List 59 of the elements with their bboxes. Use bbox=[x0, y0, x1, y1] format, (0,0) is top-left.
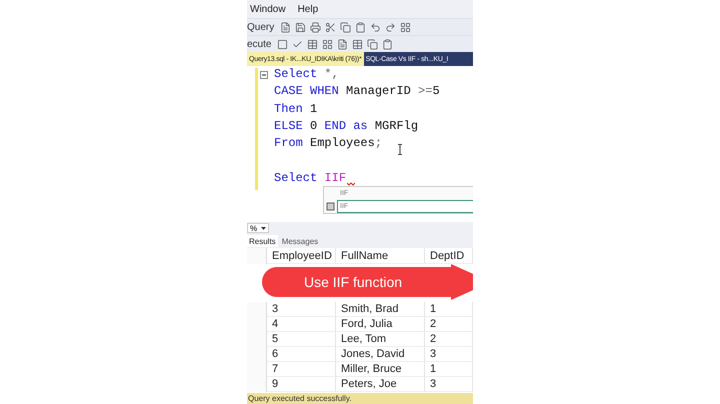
text-cursor-icon bbox=[397, 144, 403, 155]
copy-icon[interactable] bbox=[367, 38, 378, 50]
caret-icon bbox=[261, 226, 266, 230]
scissors-icon[interactable] bbox=[325, 22, 336, 32]
printer-icon[interactable] bbox=[310, 22, 322, 32]
table-cell: 1 bbox=[425, 362, 473, 377]
code-line: CASE WHEN ManagerID >=5 bbox=[274, 83, 440, 100]
redo-icon[interactable] bbox=[385, 22, 396, 32]
code-line: Select IIF bbox=[274, 170, 346, 187]
table-cell: 3 bbox=[267, 302, 336, 317]
save-icon[interactable] bbox=[295, 22, 306, 32]
code-line: ELSE 0 END as MGRFlg bbox=[274, 118, 418, 135]
results-tab[interactable]: Results bbox=[247, 235, 278, 247]
table-cell: 1 bbox=[425, 302, 473, 317]
toolbar-label[interactable]: ecute bbox=[247, 38, 272, 50]
zoom-dropdown[interactable]: % bbox=[247, 223, 269, 233]
status-message: Query executed successfully. bbox=[247, 393, 473, 404]
table-cell: 5 bbox=[267, 332, 336, 347]
code-line: Select *, bbox=[274, 66, 339, 83]
table-cell: Peters, Joe bbox=[336, 377, 425, 392]
row-header-cell[interactable] bbox=[247, 377, 267, 392]
results-tab[interactable]: Messages bbox=[280, 235, 320, 247]
arrow-callout: Use IIF function bbox=[261, 264, 473, 300]
clipboard-icon[interactable] bbox=[355, 22, 366, 32]
stop-icon[interactable] bbox=[277, 38, 288, 50]
table-cell: 6 bbox=[267, 347, 336, 362]
column-header: FullName bbox=[336, 248, 425, 264]
code-line: Then 1 bbox=[274, 100, 318, 118]
undo-icon[interactable] bbox=[370, 22, 382, 32]
table-cell: Jones, David bbox=[336, 347, 425, 362]
table-cell: 9 bbox=[267, 377, 336, 392]
table-cell: 3 bbox=[425, 377, 473, 392]
menu-item[interactable]: Window bbox=[250, 4, 286, 14]
table-cell: Ford, Julia bbox=[336, 317, 425, 332]
error-squiggle-icon bbox=[347, 182, 355, 186]
table-cell: Lee, Tom bbox=[336, 332, 425, 347]
table-icon[interactable] bbox=[352, 38, 364, 50]
toolbar-label[interactable]: Query bbox=[247, 22, 274, 32]
clipboard-icon[interactable] bbox=[382, 38, 394, 50]
check-icon[interactable] bbox=[292, 38, 304, 50]
table-icon[interactable] bbox=[307, 38, 318, 50]
table-cell: 7 bbox=[267, 362, 336, 377]
table-cell: 3 bbox=[425, 347, 473, 362]
collapse-icon[interactable] bbox=[260, 71, 268, 79]
row-header-cell[interactable] bbox=[247, 302, 267, 317]
grid-icon[interactable] bbox=[400, 22, 412, 32]
column-header: DeptID bbox=[425, 248, 473, 264]
table-cell: Miller, Bruce bbox=[336, 362, 425, 377]
table-cell: Smith, Brad bbox=[336, 302, 425, 317]
document-icon[interactable] bbox=[337, 38, 348, 50]
table-cell: 2 bbox=[425, 317, 473, 332]
document-icon[interactable] bbox=[280, 22, 292, 32]
code-line: From Employees; bbox=[274, 135, 382, 152]
table-cell: 4 bbox=[267, 317, 336, 332]
column-header: EmployeeID bbox=[267, 248, 336, 264]
menu-item[interactable]: Help bbox=[298, 4, 318, 14]
grid-icon[interactable] bbox=[322, 38, 334, 50]
copy-icon[interactable] bbox=[340, 22, 352, 32]
table-cell: 2 bbox=[425, 332, 473, 347]
